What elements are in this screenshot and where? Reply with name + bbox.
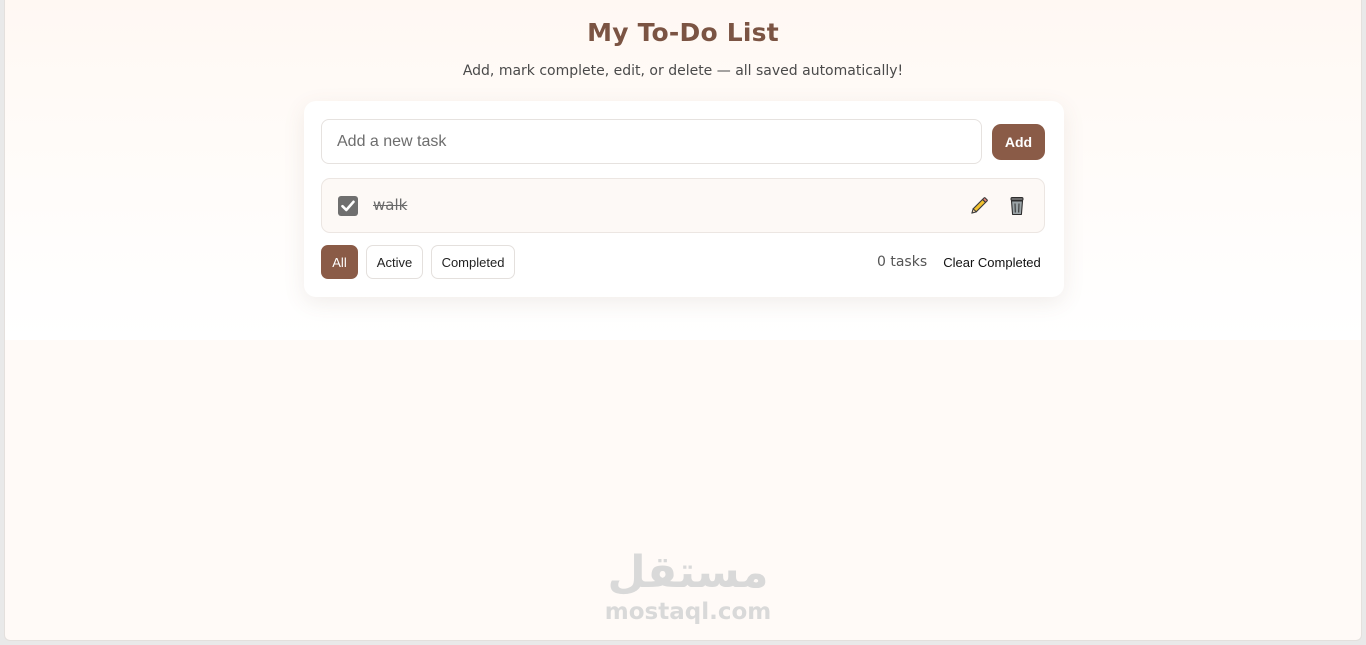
task-text: walk xyxy=(373,196,408,214)
new-task-input[interactable] xyxy=(321,119,982,164)
task-item: walk xyxy=(321,178,1045,233)
task-checkbox[interactable] xyxy=(338,196,358,216)
watermark-latin: mostaql.com xyxy=(604,599,772,625)
page-subtitle: Add, mark complete, edit, or delete — al… xyxy=(462,63,904,79)
trash-icon[interactable] xyxy=(1008,196,1026,216)
filter-active-button[interactable]: Active xyxy=(366,245,423,279)
app-window: My To-Do List Add, mark complete, edit, … xyxy=(4,0,1362,641)
todo-card: Add walk All Active Completed xyxy=(304,101,1064,297)
check-icon xyxy=(341,200,355,212)
watermark-arabic: مستقل xyxy=(607,547,769,598)
page-title: My To-Do List xyxy=(587,18,779,47)
clear-completed-button[interactable]: Clear Completed xyxy=(938,245,1046,279)
mostaql-watermark-logo: مستقل mostaql.com xyxy=(601,548,775,634)
filter-all-button[interactable]: All xyxy=(321,245,358,279)
pencil-icon[interactable] xyxy=(969,196,989,216)
add-task-button[interactable]: Add xyxy=(992,124,1045,160)
task-count: 0 tasks xyxy=(877,254,928,270)
filter-completed-button[interactable]: Completed xyxy=(431,245,515,279)
